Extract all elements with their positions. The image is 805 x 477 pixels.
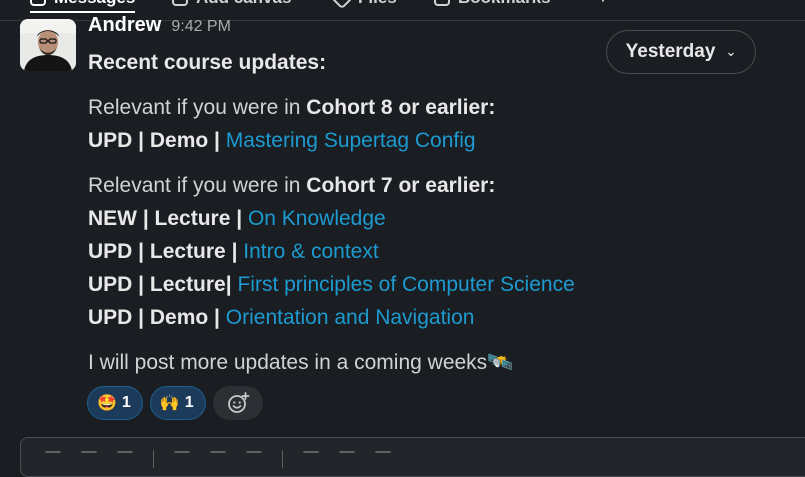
item-link[interactable]: Intro & context [243,240,378,263]
tab-label: Files [358,0,397,8]
tab-label: Add canvas [196,0,291,8]
heading-prefix: Relevant if you were in [88,174,307,197]
add-emoji-icon [227,392,250,413]
ordered-list-icon[interactable] [210,451,226,467]
tab-label: Bookmarks [458,0,551,8]
toolbar-divider [282,450,283,468]
item-link[interactable]: First principles of Computer Science [237,273,574,296]
strikethrough-icon[interactable] [117,451,133,467]
blockquote-icon[interactable] [303,451,319,467]
tab-bookmarks[interactable]: Bookmarks [434,0,551,8]
raised-hands-emoji-icon: 🙌 [159,395,180,412]
star-struck-emoji-icon: 🤩 [97,395,117,412]
block-heading: Relevant if you were in Cohort 7 or earl… [88,169,788,202]
plus-icon: + [598,0,608,8]
closing-text: I will post more updates in a coming wee… [88,351,488,374]
date-divider-label: Yesterday [625,41,716,62]
chevron-down-icon: ⌄ [725,44,737,59]
block-heading: Relevant if you were in Cohort 8 or earl… [88,91,788,124]
tab-add-canvas[interactable]: Add canvas [172,0,291,8]
author-name[interactable]: Andrew [88,14,161,37]
reaction-raised-hands[interactable]: 🙌 1 [149,386,206,420]
update-item: NEW | Lecture | On Knowledge [88,202,788,235]
message-icon [30,0,46,6]
update-block-cohort-8: Relevant if you were in Cohort 8 or earl… [88,91,788,157]
avatar[interactable] [20,19,76,71]
bookmark-icon [434,0,450,6]
bold-icon[interactable] [45,451,61,467]
heading-cohort: Cohort 8 or earlier: [306,96,496,119]
tab-messages[interactable]: Messages [30,0,136,13]
heading-cohort: Cohort 7 or earlier: [306,174,496,197]
link-icon[interactable] [174,451,190,467]
satellite-emoji-icon: 🛰️ [487,351,514,374]
file-icon [330,0,354,10]
heading-prefix: Relevant if you were in [88,96,307,119]
message-composer[interactable] [20,437,805,477]
update-item: UPD | Demo | Orientation and Navigation [88,301,788,334]
item-prefix: UPD | Demo | [88,306,226,329]
update-item: UPD | Lecture| First principles of Compu… [88,268,788,301]
composer-toolbar [45,450,391,468]
avatar-image [20,19,76,71]
item-prefix: NEW | Lecture | [88,207,248,230]
item-prefix: UPD | Lecture| [88,273,238,296]
code-icon[interactable] [339,451,355,467]
tab-files[interactable]: Files [330,0,397,10]
item-link[interactable]: Mastering Supertag Config [226,129,476,152]
code-block-icon[interactable] [375,451,391,467]
update-block-cohort-7: Relevant if you were in Cohort 7 or earl… [88,169,788,334]
item-link[interactable]: Orientation and Navigation [226,306,475,329]
item-prefix: UPD | Lecture | [88,240,244,263]
message-closing: I will post more updates in a coming wee… [88,346,788,379]
reaction-bar: 🤩 1 🙌 1 [87,386,263,420]
reaction-count: 1 [184,394,194,411]
add-reaction-button[interactable] [212,386,263,420]
toolbar-divider [153,450,154,468]
reaction-star-struck[interactable]: 🤩 1 [87,386,143,420]
date-divider-button[interactable]: Yesterday ⌄ [606,30,756,74]
update-item: UPD | Demo | Mastering Supertag Config [88,124,788,157]
item-prefix: UPD | Demo | [88,129,226,152]
reaction-count: 1 [121,394,131,411]
update-item: UPD | Lecture | Intro & context [88,235,788,268]
tab-label: Messages [54,0,135,8]
message-timestamp[interactable]: 9:42 PM [171,18,231,36]
item-link[interactable]: On Knowledge [248,207,386,230]
tab-add[interactable]: + [598,0,608,8]
canvas-icon [172,0,188,6]
italic-icon[interactable] [81,451,97,467]
bulleted-list-icon[interactable] [246,451,262,467]
